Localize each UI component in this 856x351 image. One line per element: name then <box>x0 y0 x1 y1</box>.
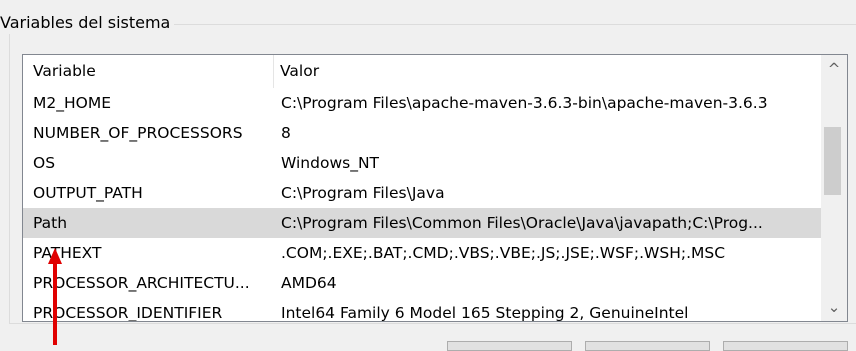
variable-value-cell: C:\Program Files\apache-maven-3.6.3-bin\… <box>281 94 768 112</box>
variable-name-cell: OS <box>33 154 56 172</box>
system-variables-list[interactable]: Variable Valor M2_HOME C:\Program Files\a… <box>22 54 848 322</box>
chevron-down-icon[interactable]: ⌄ <box>821 293 847 321</box>
red-arrow-icon <box>48 248 62 345</box>
table-row[interactable]: M2_HOME C:\Program Files\apache-maven-3.6… <box>23 88 822 118</box>
table-row[interactable]: PROCESSOR_IDENTIFIER Intel64 Family 6 Mod… <box>23 298 822 322</box>
variable-name-cell: NUMBER_OF_PROCESSORS <box>33 124 243 142</box>
variable-name-cell: M2_HOME <box>33 94 112 112</box>
variable-name-cell: PROCESSOR_ARCHITECTU... <box>33 274 250 292</box>
variable-value-cell: .COM;.EXE;.BAT;.CMD;.VBS;.VBE;.JS;.JSE;.… <box>281 244 726 262</box>
variable-name-cell: OUTPUT_PATH <box>33 184 143 202</box>
variable-name-cell: Path <box>33 214 68 232</box>
variable-value-cell: C:\Program Files\Java <box>281 184 445 202</box>
scrollbar-thumb[interactable] <box>824 127 841 195</box>
new-button[interactable] <box>447 341 572 351</box>
delete-button[interactable] <box>723 341 848 351</box>
system-variables-title: Variables del sistema <box>0 12 175 34</box>
column-header-variable[interactable]: Variable <box>33 55 279 88</box>
vertical-scrollbar[interactable]: ^ ⌄ <box>821 55 847 321</box>
edit-button[interactable] <box>585 341 710 351</box>
variable-value-cell: 8 <box>281 124 291 142</box>
table-row[interactable]: NUMBER_OF_PROCESSORS 8 <box>23 118 822 148</box>
column-header-value[interactable]: Valor <box>280 55 319 88</box>
list-header: Variable Valor <box>23 55 822 88</box>
table-row[interactable]: PATHEXT .COM;.EXE;.BAT;.CMD;.VBS;.VBE;.JS… <box>23 238 822 268</box>
table-row[interactable]: PROCESSOR_ARCHITECTU... AMD64 <box>23 268 822 298</box>
table-row[interactable]: Path C:\Program Files\Common Files\Oracle… <box>23 208 822 238</box>
variable-value-cell: C:\Program Files\Common Files\Oracle\Jav… <box>281 214 763 232</box>
variable-value-cell: AMD64 <box>281 274 337 292</box>
table-row[interactable]: OUTPUT_PATH C:\Program Files\Java <box>23 178 822 208</box>
table-row[interactable]: OS Windows_NT <box>23 148 822 178</box>
variable-name-cell: PATHEXT <box>33 244 102 262</box>
variable-value-cell: Windows_NT <box>281 154 380 172</box>
variable-name-cell: PROCESSOR_IDENTIFIER <box>33 304 223 322</box>
variable-rows: M2_HOME C:\Program Files\apache-maven-3.6… <box>23 88 822 322</box>
variable-value-cell: Intel64 Family 6 Model 165 Stepping 2, G… <box>281 304 689 322</box>
column-separator[interactable] <box>273 55 274 88</box>
chevron-up-icon[interactable]: ^ <box>821 55 847 83</box>
